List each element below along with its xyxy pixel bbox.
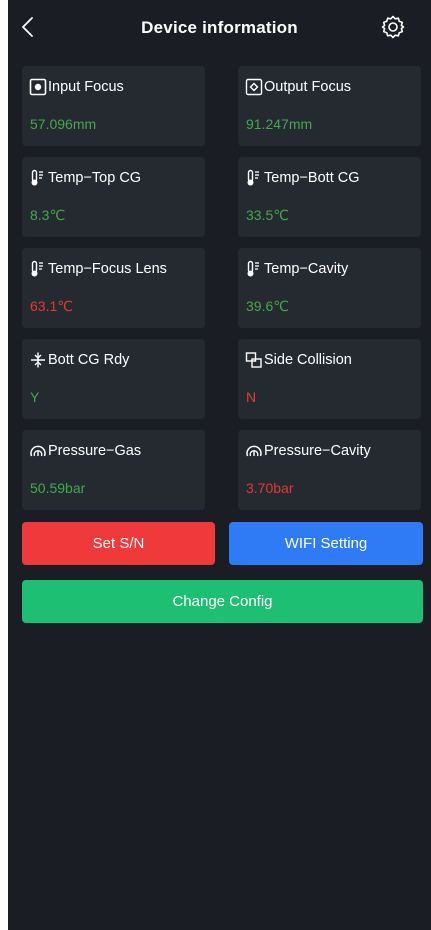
card-label: Input Focus [48, 79, 124, 95]
thermometer-icon [31, 169, 43, 186]
card-pressure-gas: Pressure−Gas 50.59bar [22, 430, 205, 510]
card-temp-bott-cg: Temp−Bott CG 33.5℃ [238, 157, 421, 237]
card-pressure-cavity: Pressure−Cavity 3.70bar [238, 430, 421, 510]
card-side-collision: Side Collision N [238, 339, 421, 419]
gauge-icon [30, 445, 46, 457]
card-label: Pressure−Gas [48, 443, 142, 459]
gauge-icon [246, 445, 262, 457]
card-value: 8.3℃ [30, 207, 66, 223]
card-value: N [246, 389, 257, 405]
distance-icon [31, 352, 45, 368]
card-label: Temp−Top CG [48, 170, 142, 186]
card-temp-cavity: Temp−Cavity 39.6℃ [238, 248, 421, 328]
thermometer-icon [247, 260, 259, 277]
card-value: 63.1℃ [30, 298, 73, 314]
wifi-setting-button[interactable]: WIFI Setting [229, 522, 423, 565]
card-value: 3.70bar [246, 480, 294, 496]
card-label: Temp−Focus Lens [48, 261, 167, 277]
card-value: 50.59bar [30, 480, 86, 496]
settings-button[interactable] [380, 14, 406, 40]
card-label: Temp−Cavity [264, 261, 349, 277]
card-label: Output Focus [264, 79, 352, 95]
set-sn-button[interactable]: Set S/N [22, 522, 215, 565]
card-label: Pressure−Cavity [264, 443, 371, 459]
page-title: Device information [141, 18, 298, 37]
thermometer-icon [31, 260, 43, 277]
card-output-focus: Output Focus 91.247mm [238, 66, 421, 146]
card-input-focus: Input Focus 57.096mm [22, 66, 205, 146]
output-focus-icon [245, 78, 263, 96]
card-temp-top-cg: Temp−Top CG 8.3℃ [22, 157, 205, 237]
card-value: 39.6℃ [246, 298, 289, 314]
collision-icon [245, 352, 262, 368]
card-label: Bott CG Rdy [48, 352, 130, 368]
card-temp-focus-lens: Temp−Focus Lens 63.1℃ [22, 248, 205, 328]
device-info-screen: Device information Input Focus 57.096mm … [8, 0, 431, 930]
card-value: 33.5℃ [246, 207, 289, 223]
card-label: Temp−Bott CG [264, 170, 360, 186]
input-focus-icon [29, 78, 47, 96]
header: Device information [8, 0, 431, 56]
gear-icon [381, 15, 405, 39]
change-config-button[interactable]: Change Config [22, 580, 423, 623]
card-value: Y [30, 389, 40, 405]
card-bott-cg-rdy: Bott CG Rdy Y [22, 339, 205, 419]
thermometer-icon [247, 169, 259, 186]
card-value: 91.247mm [246, 116, 313, 132]
card-label: Side Collision [264, 352, 352, 368]
card-value: 57.096mm [30, 116, 97, 132]
